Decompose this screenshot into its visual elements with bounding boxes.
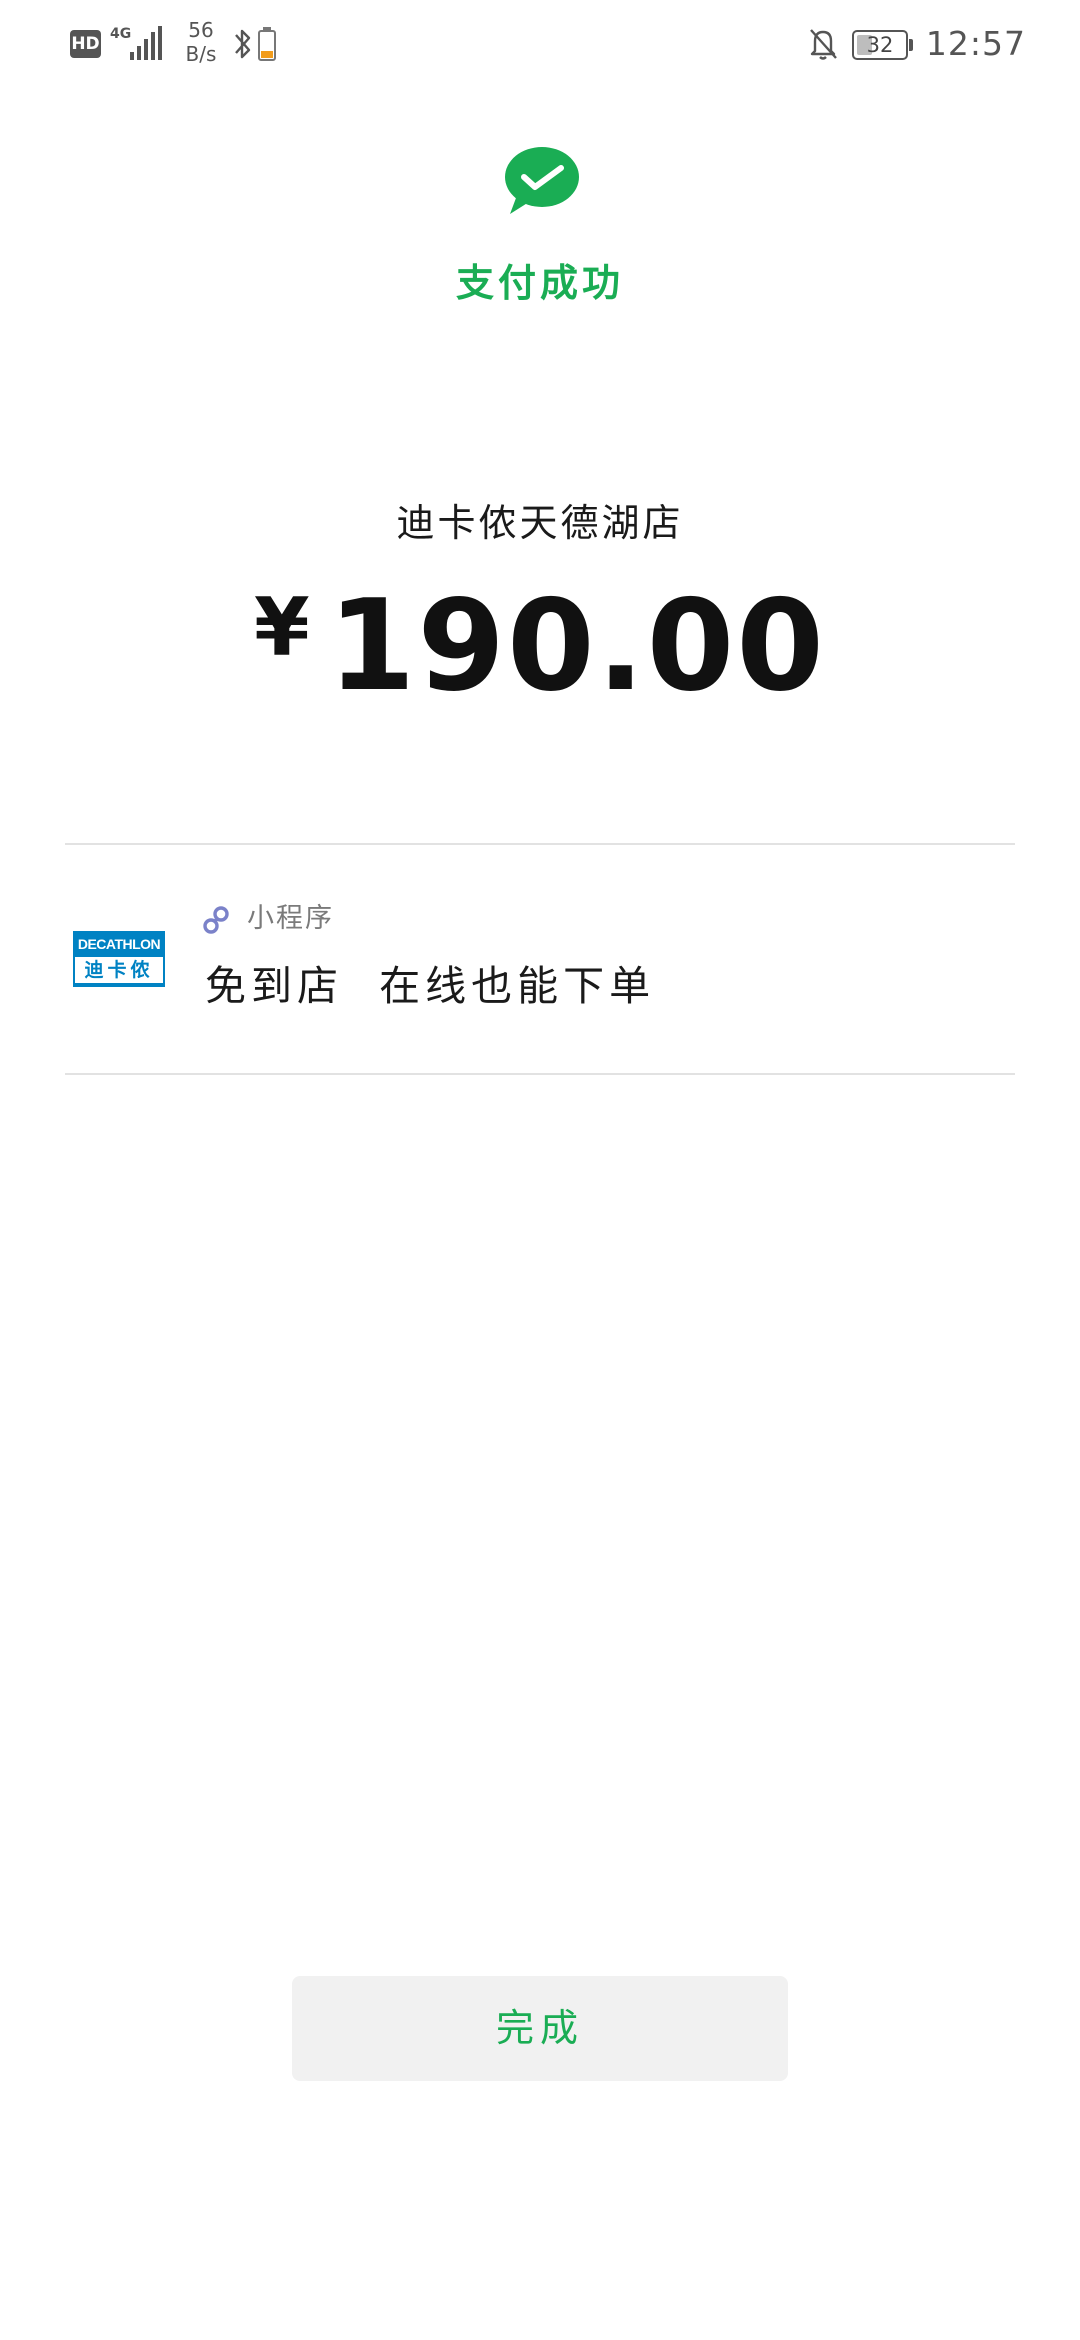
network-speed-unit: B/s	[185, 42, 217, 66]
network-speed-value: 56	[188, 18, 214, 42]
clock: 12:57	[925, 24, 1026, 63]
wechat-pay-check-icon	[505, 147, 579, 214]
battery-tip	[909, 39, 913, 51]
cellular-signal-icon: 4G	[110, 26, 162, 60]
logo-cn-text: 迪卡侬	[75, 957, 163, 983]
bluetooth-icon	[235, 29, 251, 59]
mini-program-icon	[203, 906, 229, 934]
currency-symbol: ¥	[254, 581, 310, 674]
device-battery-low-icon	[258, 27, 276, 61]
status-bar: HD 4G 56 B/s 32 12:57	[0, 0, 1080, 96]
done-button[interactable]: 完成	[292, 1976, 788, 2081]
payment-amount: ¥190.00	[0, 572, 1080, 719]
mini-program-card[interactable]: DECATHLON 迪卡侬 小程序 免到店 在线也能下单	[65, 845, 1015, 1071]
decathlon-logo: DECATHLON 迪卡侬	[73, 931, 165, 987]
battery-level: 32	[866, 33, 894, 57]
battery-indicator: 32	[852, 30, 913, 60]
mini-program-title: 免到店 在线也能下单	[205, 962, 656, 1010]
network-speed: 56 B/s	[178, 18, 224, 66]
hd-voice-badge: HD	[70, 30, 101, 58]
amount-value: 190.00	[327, 572, 826, 719]
logo-brand-text: DECATHLON	[77, 936, 161, 952]
silent-bell-icon	[810, 29, 837, 60]
network-type-label: 4G	[110, 26, 131, 42]
mini-program-label: 小程序	[247, 903, 334, 934]
divider-bottom	[65, 1073, 1015, 1075]
payment-success-title: 支付成功	[455, 261, 624, 305]
merchant-name: 迪卡侬天德湖店	[396, 501, 684, 545]
